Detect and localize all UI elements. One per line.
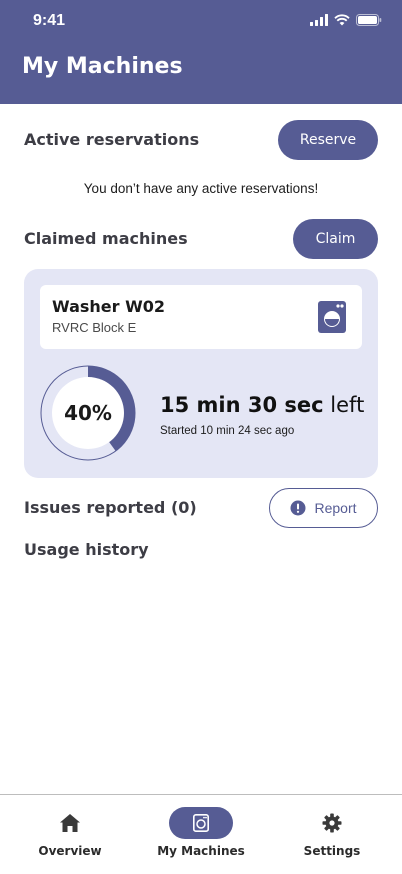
progress-percent: 40% <box>64 401 112 425</box>
status-bar: 9:41 <box>0 0 402 44</box>
report-button[interactable]: Report <box>269 488 378 528</box>
status-time: 9:41 <box>33 12 66 29</box>
machine-location: RVRC Block E <box>52 320 137 335</box>
report-button-label: Report <box>314 500 357 516</box>
active-reservations-title: Active reservations <box>24 130 200 149</box>
issues-reported-title: Issues reported (0) <box>24 498 197 517</box>
gear-icon <box>322 813 342 833</box>
nav-icon-container-active <box>169 807 233 839</box>
nav-icon-container <box>38 807 102 839</box>
alert-icon <box>290 500 306 516</box>
cellular-signal-icon <box>310 14 328 26</box>
started-ago: Started 10 min 24 sec ago <box>160 425 295 437</box>
washer-icon <box>318 301 346 333</box>
nav-item-settings[interactable]: Settings <box>272 795 392 874</box>
no-reservations-message: You don’t have any active reservations! <box>83 181 319 196</box>
time-remaining-value: 15 min 30 sec <box>160 393 324 417</box>
nav-label-my-machines: My Machines <box>157 844 245 858</box>
machine-info-panel: Washer W02 RVRC Block E <box>40 285 362 349</box>
time-remaining: 15 min 30 sec left <box>160 393 364 417</box>
home-icon <box>60 814 80 832</box>
bottom-nav: Overview My Machines Settings <box>0 794 402 874</box>
nav-icon-container <box>300 807 364 839</box>
nav-item-overview[interactable]: Overview <box>10 795 130 874</box>
washer-icon <box>193 814 209 832</box>
nav-label-settings: Settings <box>303 844 361 858</box>
nav-item-my-machines[interactable]: My Machines <box>141 795 261 874</box>
machine-name: Washer W02 <box>52 297 166 316</box>
battery-icon <box>356 14 382 26</box>
nav-label-overview: Overview <box>38 844 102 858</box>
reserve-button[interactable]: Reserve <box>278 120 378 160</box>
claimed-machine-card[interactable]: Washer W02 RVRC Block E 40% 15 min 30 se… <box>24 269 378 478</box>
status-icons <box>310 14 382 26</box>
page-title: My Machines <box>22 54 183 79</box>
app-header: 9:41 My Machines <box>0 0 402 104</box>
usage-history-title[interactable]: Usage history <box>24 540 149 559</box>
wifi-icon <box>334 14 350 26</box>
claimed-machines-title: Claimed machines <box>24 229 188 248</box>
claim-button[interactable]: Claim <box>293 219 378 259</box>
time-remaining-suffix: left <box>330 393 365 417</box>
